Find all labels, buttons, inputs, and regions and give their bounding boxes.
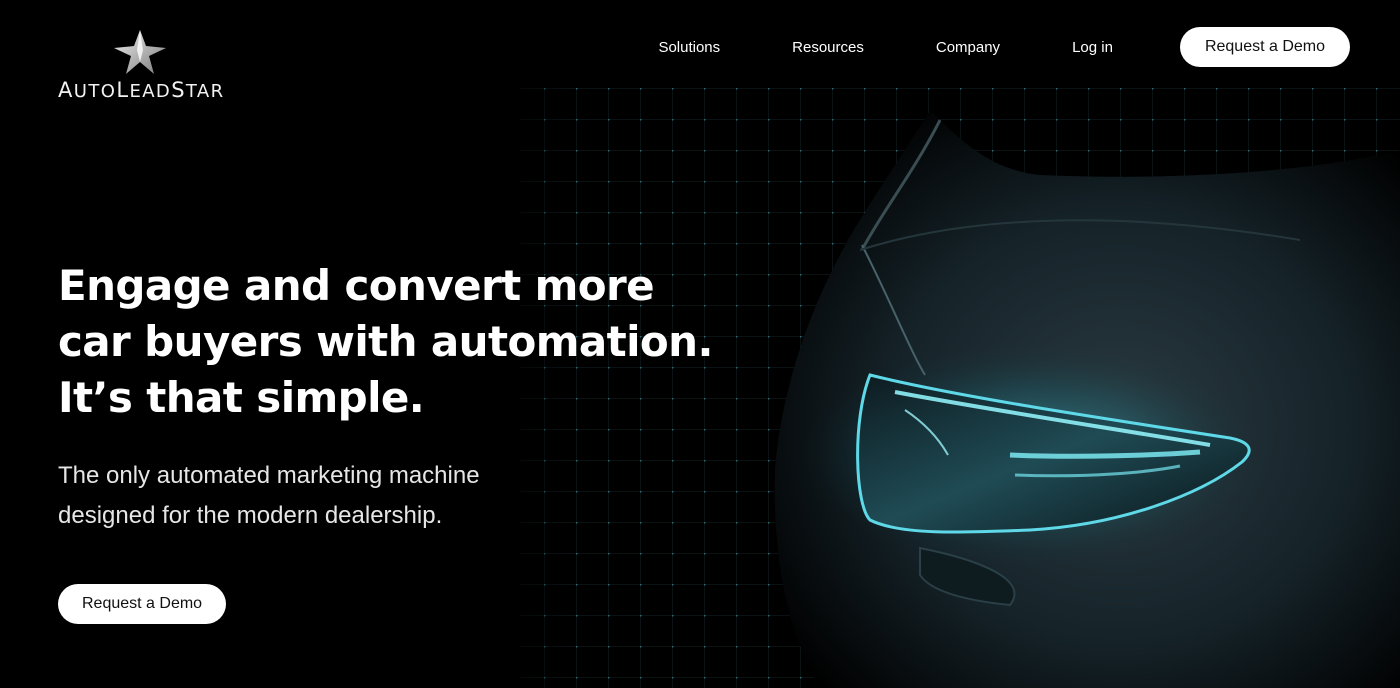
main-nav: Solutions Resources Company Log in Reque… <box>658 27 1350 67</box>
hero-subheadline-line: The only automated marketing machine <box>58 462 480 489</box>
nav-resources[interactable]: Resources <box>792 39 864 56</box>
brand-name-part: S <box>171 78 186 102</box>
hero-section: Engage and convert more car buyers with … <box>58 258 713 536</box>
brand-name-part: EAD <box>129 81 172 102</box>
brand-name-part: TAR <box>185 81 225 102</box>
hero-subheadline-line: designed for the modern dealership. <box>58 502 443 529</box>
brand-name-part: A <box>58 78 74 102</box>
nav-solutions[interactable]: Solutions <box>658 39 720 56</box>
nav-company[interactable]: Company <box>936 39 1000 56</box>
brand-name-part: UTO <box>73 81 117 102</box>
star-logo-icon <box>114 30 166 74</box>
site-header: AUTOLEADSTAR Solutions Resources Company… <box>0 0 1400 110</box>
hero-headline: Engage and convert more car buyers with … <box>58 258 713 426</box>
hero-headline-line: car buyers with automation. <box>58 317 713 366</box>
header-request-demo-button[interactable]: Request a Demo <box>1179 27 1350 67</box>
hero-headline-line: Engage and convert more <box>58 261 655 310</box>
hero-headline-line: It’s that simple. <box>58 373 425 422</box>
brand-name: AUTOLEADSTAR <box>58 78 225 102</box>
brand-name-part: L <box>116 78 130 102</box>
nav-log-in[interactable]: Log in <box>1072 39 1113 56</box>
hero-request-demo-button[interactable]: Request a Demo <box>58 584 227 624</box>
brand-logo[interactable]: AUTOLEADSTAR <box>58 30 228 104</box>
hero-subheadline: The only automated marketing machine des… <box>58 456 698 536</box>
landing-page: AUTOLEADSTAR Solutions Resources Company… <box>0 0 1400 688</box>
